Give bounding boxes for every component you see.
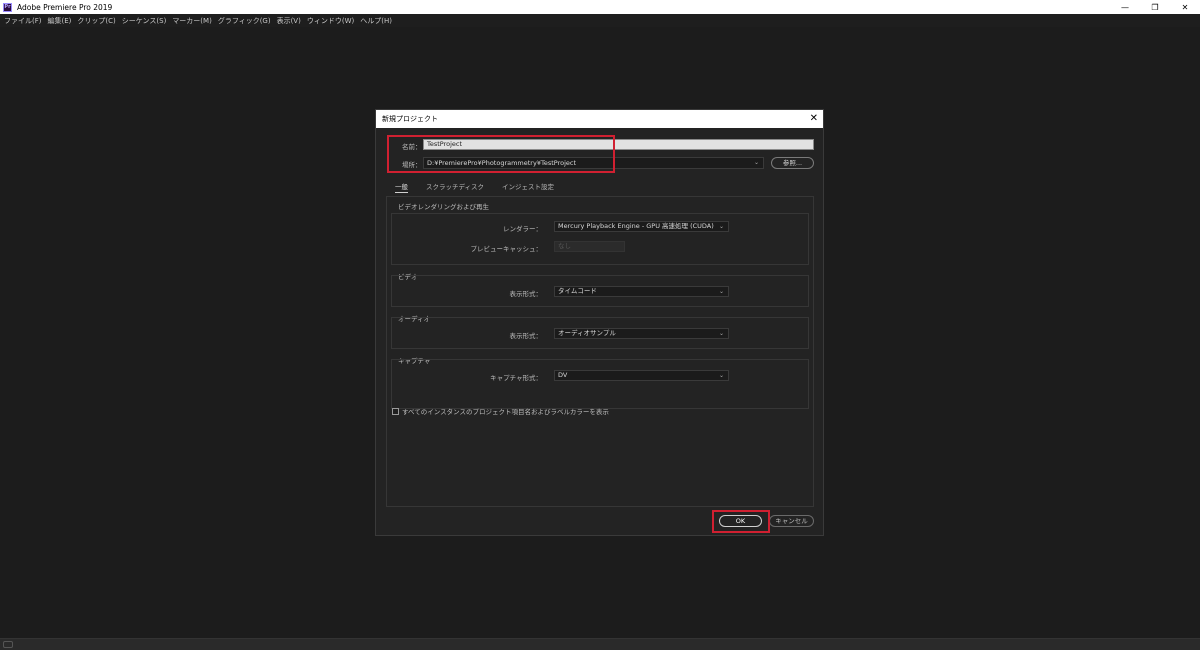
status-indicator-icon [3, 641, 13, 648]
audio-display-format-value: オーディオサンプル [558, 329, 616, 337]
dialog-tabs: 一般 スクラッチディスク インジェスト設定 [395, 181, 572, 193]
chevron-down-icon: ⌄ [718, 372, 724, 379]
menu-window[interactable]: ウィンドウ(W) [307, 16, 354, 26]
status-bar [0, 638, 1200, 650]
show-labels-option[interactable]: すべてのインスタンスのプロジェクト項目名およびラベルカラーを表示 [392, 406, 609, 416]
video-display-format-value: タイムコード [558, 287, 597, 295]
premiere-app-icon: Pr [3, 2, 12, 12]
tab-general[interactable]: 一般 [395, 181, 408, 193]
name-location-highlight [387, 135, 615, 173]
capture-format-select[interactable]: DV ⌄ [554, 370, 729, 381]
ok-button-highlight [712, 510, 770, 533]
tab-ingest-settings[interactable]: インジェスト設定 [502, 181, 554, 193]
video-display-format-label: 表示形式： [509, 290, 543, 298]
window-title: Adobe Premiere Pro 2019 [17, 2, 113, 12]
tab-scratch-disks[interactable]: スクラッチディスク [426, 181, 484, 193]
audio-section: 表示形式： オーディオサンプル ⌄ [391, 317, 809, 349]
renderer-select[interactable]: Mercury Playback Engine - GPU 高速処理 (CUDA… [554, 221, 729, 232]
dialog-close-icon[interactable]: ✕ [810, 113, 818, 124]
window-controls: — ❐ ✕ [1110, 0, 1200, 14]
menu-view[interactable]: 表示(V) [277, 16, 301, 26]
video-section: 表示形式： タイムコード ⌄ [391, 275, 809, 307]
chevron-down-icon: ⌄ [718, 288, 724, 295]
preview-cache-select: なし [554, 241, 625, 252]
browse-button[interactable]: 参照... [771, 157, 814, 169]
audio-display-format-select[interactable]: オーディオサンプル ⌄ [554, 328, 729, 339]
menu-help[interactable]: ヘルプ(H) [360, 16, 392, 26]
menu-marker[interactable]: マーカー(M) [172, 16, 212, 26]
new-project-dialog: 新規プロジェクト ✕ 名前： TestProject 場所： D:¥Premie… [375, 109, 824, 536]
menu-graphics[interactable]: グラフィック(G) [218, 16, 271, 26]
restore-button[interactable]: ❐ [1140, 0, 1170, 14]
window-title-bar: Pr Adobe Premiere Pro 2019 — ❐ ✕ [0, 0, 1200, 14]
close-window-button[interactable]: ✕ [1170, 0, 1200, 14]
menu-sequence[interactable]: シーケンス(S) [122, 16, 167, 26]
renderer-label: レンダラー： [503, 225, 542, 233]
show-labels-checkbox-label: すべてのインスタンスのプロジェクト項目名およびラベルカラーを表示 [402, 408, 609, 416]
capture-section: キャプチャ形式： DV ⌄ [391, 359, 809, 409]
capture-format-value: DV [558, 371, 568, 379]
audio-display-format-label: 表示形式： [509, 332, 543, 340]
chevron-down-icon: ⌄ [753, 159, 759, 166]
menu-file[interactable]: ファイル(F) [4, 16, 42, 26]
render-section: レンダラー： Mercury Playback Engine - GPU 高速処… [391, 213, 809, 265]
menu-edit[interactable]: 編集(E) [48, 16, 72, 26]
minimize-button[interactable]: — [1110, 0, 1140, 14]
menu-clip[interactable]: クリップ(C) [77, 16, 115, 26]
cancel-button[interactable]: キャンセル [769, 515, 814, 527]
show-labels-checkbox[interactable] [392, 407, 399, 415]
capture-format-label: キャプチャ形式： [490, 374, 542, 382]
dialog-title: 新規プロジェクト [382, 115, 438, 123]
general-tab-panel: ビデオレンダリングおよび再生 レンダラー： Mercury Playback E… [386, 196, 814, 507]
video-display-format-select[interactable]: タイムコード ⌄ [554, 286, 729, 297]
renderer-value: Mercury Playback Engine - GPU 高速処理 (CUDA… [558, 222, 714, 230]
menu-bar: ファイル(F) 編集(E) クリップ(C) シーケンス(S) マーカー(M) グ… [0, 14, 1200, 27]
preview-cache-label: プレビューキャッシュ： [470, 245, 543, 253]
render-section-title: ビデオレンダリングおよび再生 [398, 203, 489, 211]
dialog-title-bar: 新規プロジェクト ✕ [376, 110, 823, 128]
chevron-down-icon: ⌄ [718, 223, 724, 230]
chevron-down-icon: ⌄ [718, 330, 724, 337]
